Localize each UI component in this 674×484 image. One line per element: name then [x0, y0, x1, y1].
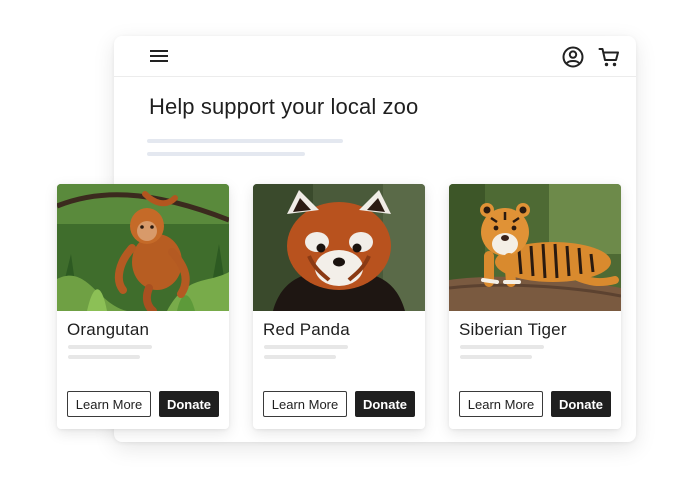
shopping-cart-icon[interactable] [598, 46, 620, 68]
placeholder-text-line [68, 345, 152, 349]
placeholder-text-line [68, 355, 140, 359]
animal-card-siberian-tiger: Siberian Tiger Learn More Donate [449, 184, 621, 429]
placeholder-text-line [147, 152, 305, 156]
red-panda-photo [253, 184, 425, 311]
placeholder-text-line [460, 345, 544, 349]
placeholder-text-line [460, 355, 532, 359]
learn-more-button[interactable]: Learn More [459, 391, 543, 417]
card-title: Siberian Tiger [459, 320, 567, 339]
placeholder-text-line [264, 345, 348, 349]
learn-more-button[interactable]: Learn More [67, 391, 151, 417]
placeholder-text-line [147, 139, 343, 143]
top-navigation-bar [114, 36, 636, 77]
placeholder-text-line [264, 355, 336, 359]
card-title: Red Panda [263, 320, 350, 339]
siberian-tiger-photo [449, 184, 621, 311]
learn-more-button[interactable]: Learn More [263, 391, 347, 417]
donate-button[interactable]: Donate [355, 391, 415, 417]
animal-card-red-panda: Red Panda Learn More Donate [253, 184, 425, 429]
orangutan-photo [57, 184, 229, 311]
animal-card-orangutan: Orangutan Learn More Donate [57, 184, 229, 429]
donate-button[interactable]: Donate [159, 391, 219, 417]
hamburger-menu-icon[interactable] [149, 48, 169, 64]
card-title: Orangutan [67, 320, 150, 339]
user-circle-icon[interactable] [562, 46, 584, 68]
page-title: Help support your local zoo [149, 94, 419, 119]
donate-button[interactable]: Donate [551, 391, 611, 417]
